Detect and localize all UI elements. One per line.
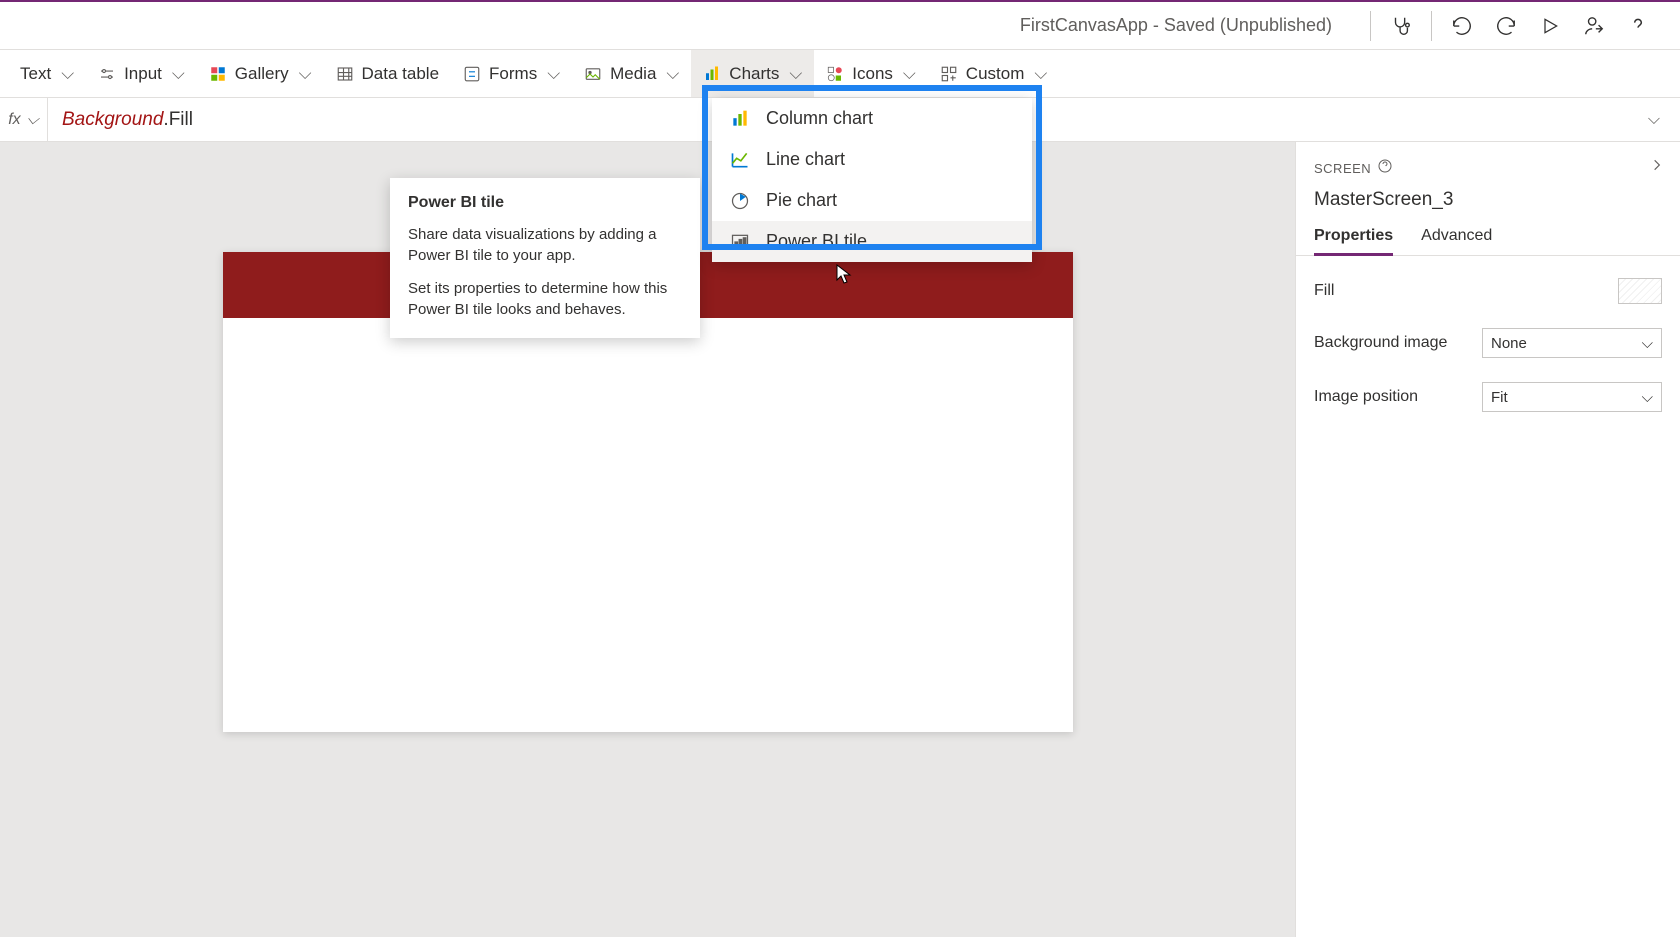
- menu-column-chart[interactable]: Column chart: [712, 98, 1032, 139]
- chevron-down-icon: ⌵: [61, 64, 74, 84]
- charts-menu[interactable]: Charts ⌵: [691, 50, 814, 97]
- media-menu[interactable]: Media ⌵: [572, 50, 691, 97]
- icons-label: Icons: [852, 64, 893, 84]
- fx-button[interactable]: fx ⌵: [0, 98, 48, 141]
- play-icon: [1540, 16, 1560, 36]
- menu-line-chart[interactable]: Line chart: [712, 139, 1032, 180]
- image-position-label: Image position: [1314, 388, 1482, 406]
- image-position-value: Fit: [1491, 389, 1508, 406]
- fx-icon: fx: [8, 111, 20, 129]
- text-label: Text: [20, 64, 51, 84]
- divider: [1370, 11, 1371, 41]
- line-chart-icon: [730, 150, 750, 170]
- custom-icon: [940, 65, 958, 83]
- formula-value: Fill: [169, 109, 193, 130]
- icons-icon: [826, 65, 844, 83]
- menu-power-bi-tile[interactable]: Power BI tile: [712, 221, 1032, 262]
- charts-label: Charts: [729, 64, 779, 84]
- background-image-select[interactable]: None ⌵: [1482, 328, 1662, 358]
- properties-panel: SCREEN MasterScreen_3 Properties Advance…: [1295, 142, 1680, 937]
- screen-name[interactable]: MasterScreen_3: [1296, 187, 1680, 221]
- data-table-menu[interactable]: Data table: [324, 50, 452, 97]
- app-checker-button[interactable]: [1379, 2, 1423, 50]
- chevron-down-icon: ⌵: [903, 64, 916, 84]
- redo-button[interactable]: [1484, 2, 1528, 50]
- data-table-icon: [336, 65, 354, 83]
- chevron-down-icon: ⌵: [789, 64, 802, 84]
- custom-menu[interactable]: Custom ⌵: [928, 50, 1059, 97]
- chevron-down-icon: ⌵: [1642, 335, 1653, 352]
- tab-advanced[interactable]: Advanced: [1421, 221, 1492, 255]
- input-menu[interactable]: Input ⌵: [86, 50, 197, 97]
- formula-expand[interactable]: ⌵: [1628, 111, 1680, 129]
- menu-column-chart-label: Column chart: [766, 108, 873, 129]
- help-icon[interactable]: [1377, 158, 1393, 179]
- tooltip: Power BI tile Share data visualizations …: [390, 178, 700, 338]
- data-table-label: Data table: [362, 64, 440, 84]
- menu-power-bi-tile-label: Power BI tile: [766, 231, 867, 252]
- tooltip-p1: Share data visualizations by adding a Po…: [408, 224, 680, 266]
- icons-menu[interactable]: Icons ⌵: [814, 50, 928, 97]
- text-menu[interactable]: Text ⌵: [8, 50, 86, 97]
- background-image-value: None: [1491, 335, 1527, 352]
- help-button[interactable]: [1616, 2, 1660, 50]
- image-position-select[interactable]: Fit ⌵: [1482, 382, 1662, 412]
- sliders-icon: [98, 65, 116, 83]
- title-bar: FirstCanvasApp - Saved (Unpublished): [0, 2, 1680, 50]
- chevron-down-icon: ⌵: [1034, 64, 1047, 84]
- input-label: Input: [124, 64, 162, 84]
- forms-menu[interactable]: Forms ⌵: [451, 50, 572, 97]
- charts-icon: [703, 65, 721, 83]
- gallery-menu[interactable]: Gallery ⌵: [197, 50, 324, 97]
- undo-icon: [1451, 15, 1473, 37]
- panel-section-label: SCREEN: [1314, 161, 1371, 176]
- panel-expand-button[interactable]: [1650, 156, 1664, 179]
- power-bi-icon: [730, 232, 750, 252]
- gallery-icon: [209, 65, 227, 83]
- menu-pie-chart-label: Pie chart: [766, 190, 837, 211]
- tab-properties[interactable]: Properties: [1314, 221, 1393, 255]
- chevron-down-icon: ⌵: [547, 64, 560, 84]
- menu-pie-chart[interactable]: Pie chart: [712, 180, 1032, 221]
- insert-ribbon: Text ⌵ Input ⌵ Gallery ⌵ Data table Form…: [0, 50, 1680, 98]
- media-icon: [584, 65, 602, 83]
- formula-property: Background: [62, 109, 163, 130]
- chevron-down-icon: ⌵: [27, 111, 39, 129]
- tooltip-p2: Set its properties to determine how this…: [408, 278, 680, 320]
- media-label: Media: [610, 64, 656, 84]
- chevron-down-icon: ⌵: [666, 64, 679, 84]
- chevron-down-icon: ⌵: [1648, 111, 1660, 128]
- tooltip-title: Power BI tile: [408, 194, 680, 212]
- forms-icon: [463, 65, 481, 83]
- column-chart-icon: [730, 109, 750, 129]
- forms-label: Forms: [489, 64, 537, 84]
- chevron-down-icon: ⌵: [299, 64, 312, 84]
- background-image-label: Background image: [1314, 334, 1482, 352]
- fill-label: Fill: [1314, 282, 1618, 300]
- fill-swatch[interactable]: [1618, 278, 1662, 304]
- menu-line-chart-label: Line chart: [766, 149, 845, 170]
- help-icon: [1628, 14, 1648, 38]
- custom-label: Custom: [966, 64, 1025, 84]
- chevron-down-icon: ⌵: [172, 64, 185, 84]
- person-share-icon: [1583, 15, 1605, 37]
- undo-button[interactable]: [1440, 2, 1484, 50]
- tooltip-body: Share data visualizations by adding a Po…: [408, 224, 680, 320]
- app-title: FirstCanvasApp - Saved (Unpublished): [1020, 15, 1332, 36]
- pie-chart-icon: [730, 191, 750, 211]
- share-button[interactable]: [1572, 2, 1616, 50]
- gallery-label: Gallery: [235, 64, 289, 84]
- stethoscope-icon: [1390, 15, 1412, 37]
- preview-button[interactable]: [1528, 2, 1572, 50]
- divider: [1431, 11, 1432, 41]
- charts-dropdown: Column chart Line chart Pie chart Power …: [712, 98, 1032, 262]
- redo-icon: [1495, 15, 1517, 37]
- chevron-down-icon: ⌵: [1642, 389, 1653, 406]
